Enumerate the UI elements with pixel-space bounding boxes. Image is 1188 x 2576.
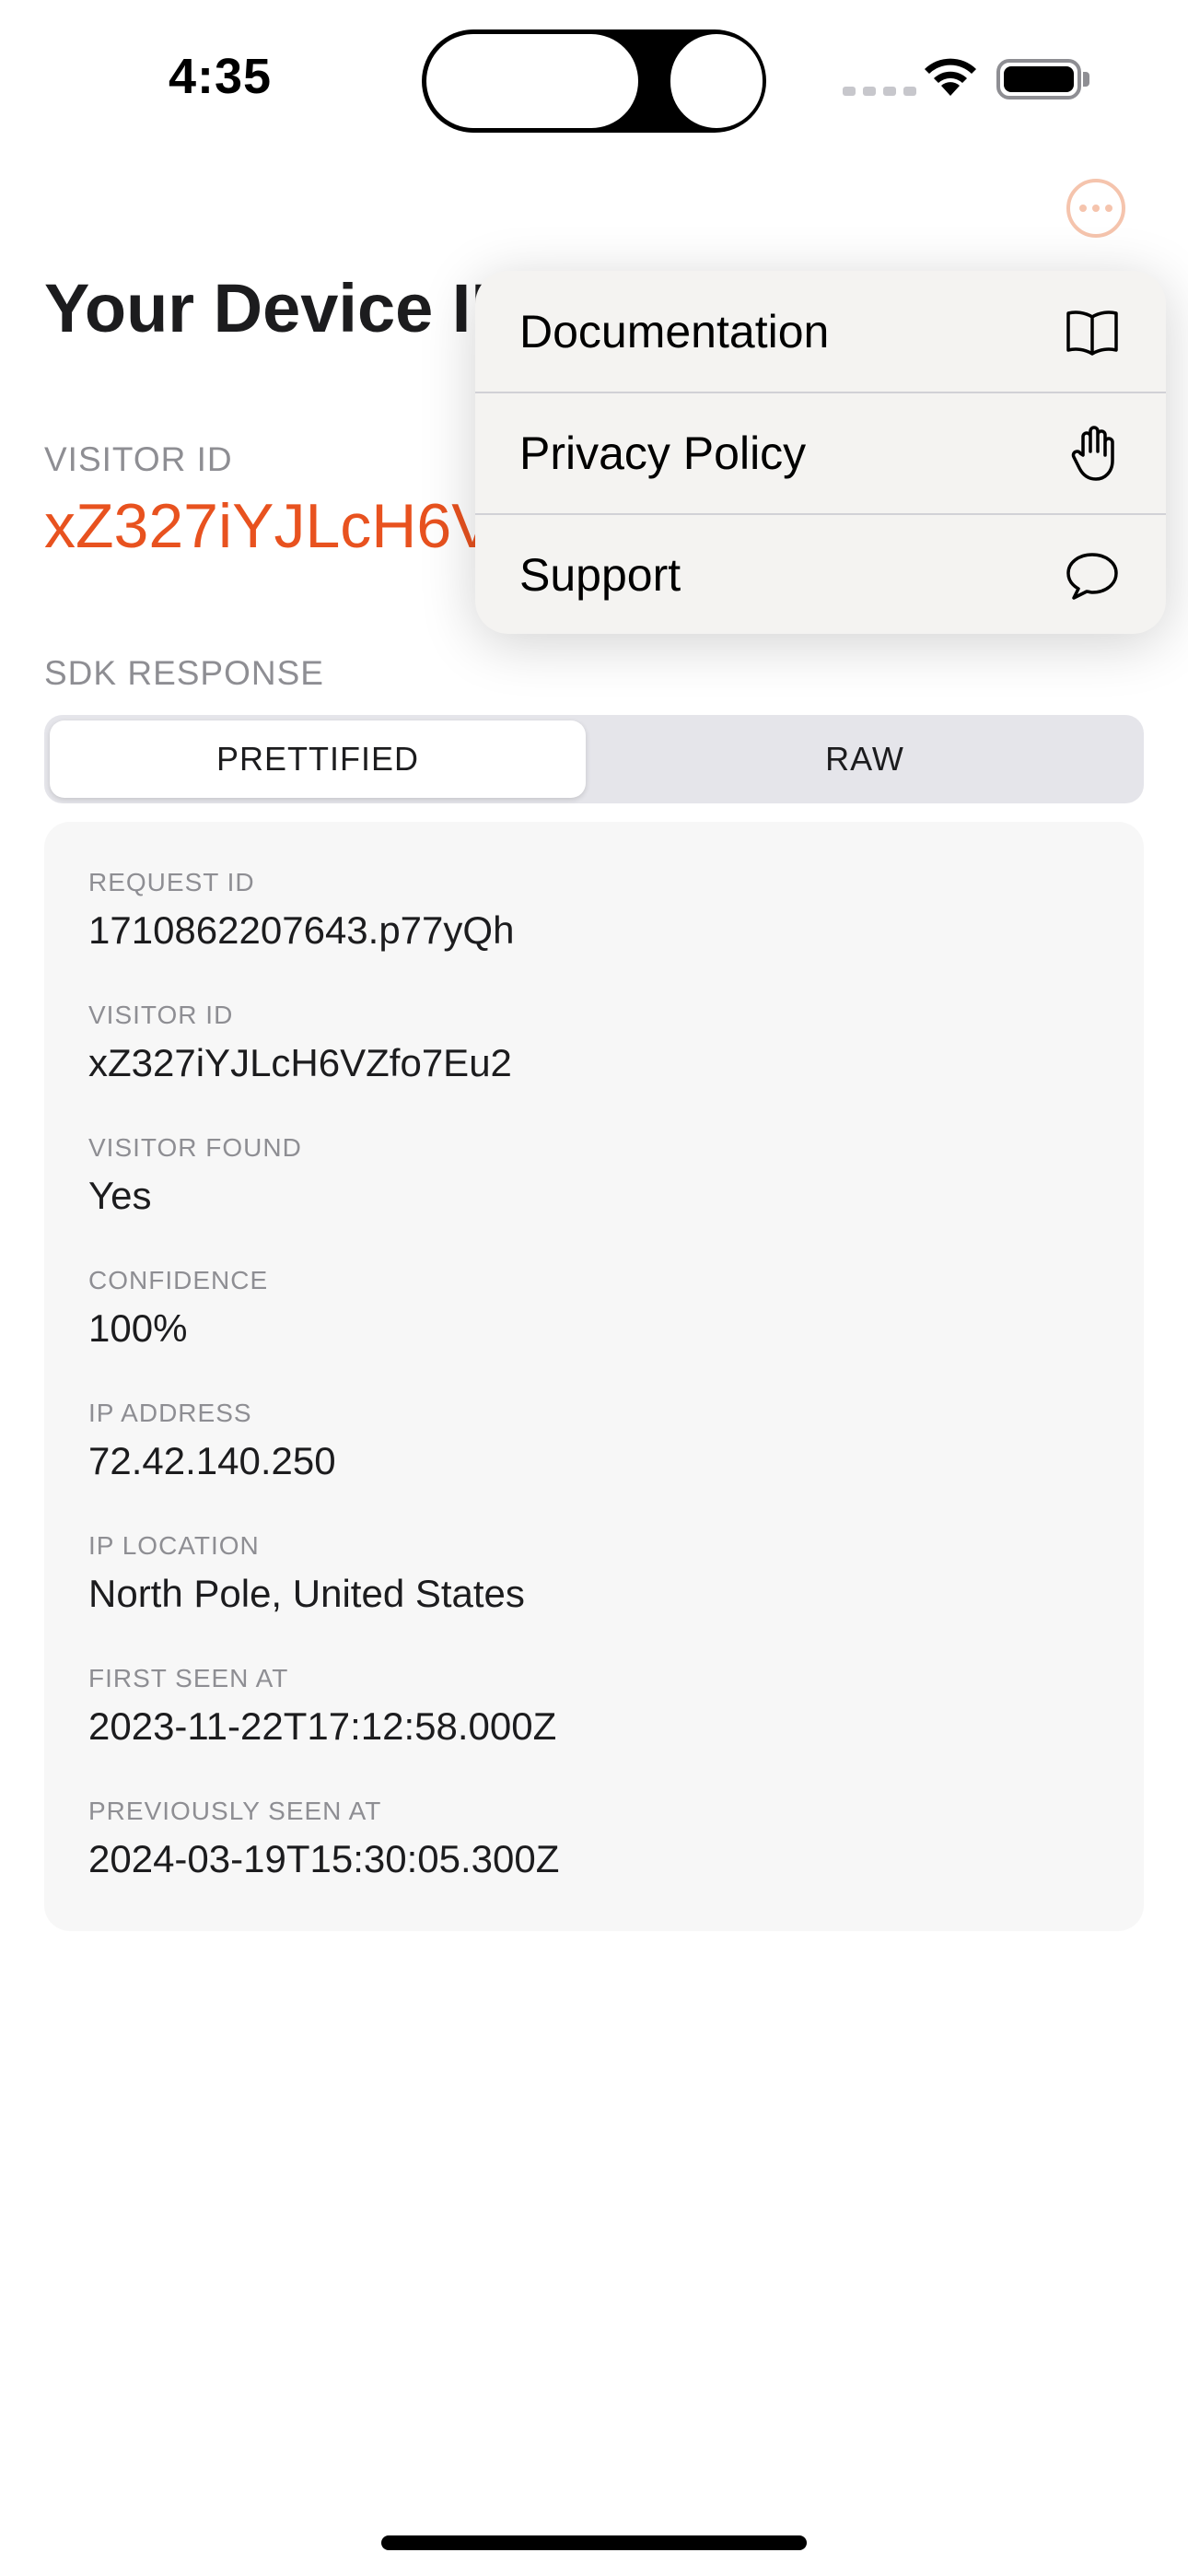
menu-item-documentation[interactable]: Documentation xyxy=(475,271,1166,392)
cellular-signal-icon xyxy=(843,87,916,96)
field-value-confidence: 100% xyxy=(88,1306,188,1350)
visitor-id-caption: VISITOR ID xyxy=(44,440,233,478)
field-value-first-seen-at: 2023-11-22T17:12:58.000Z xyxy=(88,1704,557,1748)
field-value-ip-location: North Pole, United States xyxy=(88,1572,525,1615)
ellipsis-icon xyxy=(1079,205,1087,212)
app-screen: 4:35 Your Device ID VISITOR ID xZ327iYJL… xyxy=(0,0,1188,2576)
menu-item-support[interactable]: Support xyxy=(475,514,1166,634)
more-options-menu: Documentation Privacy Policy Support xyxy=(475,271,1166,634)
book-icon xyxy=(1066,310,1118,356)
field-label-visitor-id: VISITOR ID xyxy=(88,1001,234,1029)
status-time: 4:35 xyxy=(169,49,273,104)
field-label-visitor-found: VISITOR FOUND xyxy=(88,1133,302,1162)
response-format-segmented-control[interactable]: PRETTIFIED RAW xyxy=(44,715,1144,803)
field-value-ip-address: 72.42.140.250 xyxy=(88,1439,336,1482)
menu-item-privacy-policy[interactable]: Privacy Policy xyxy=(475,392,1166,513)
field-label-confidence: CONFIDENCE xyxy=(88,1266,269,1294)
dynamic-island-activity xyxy=(426,34,638,128)
tab-prettified[interactable]: PRETTIFIED xyxy=(50,720,586,798)
sdk-response-card xyxy=(44,822,1144,1931)
field-value-previously-seen-at: 2024-03-19T15:30:05.300Z xyxy=(88,1837,560,1880)
more-options-button[interactable] xyxy=(1066,179,1125,238)
field-label-ip-address: IP ADDRESS xyxy=(88,1399,252,1427)
home-indicator[interactable] xyxy=(381,2535,807,2550)
hand-raised-icon xyxy=(1071,426,1114,481)
field-value-visitor-found: Yes xyxy=(88,1174,152,1217)
battery-cap xyxy=(1083,72,1089,87)
page-title: Your Device ID xyxy=(44,270,520,346)
field-value-request-id: 1710862207643.p77yQh xyxy=(88,908,515,952)
sdk-response-caption: SDK RESPONSE xyxy=(44,654,324,692)
battery-icon xyxy=(996,59,1081,100)
wifi-icon xyxy=(925,58,976,96)
field-label-ip-location: IP LOCATION xyxy=(88,1531,260,1560)
field-label-request-id: REQUEST ID xyxy=(88,868,255,896)
field-label-previously-seen-at: PREVIOUSLY SEEN AT xyxy=(88,1797,382,1825)
speech-bubble-icon xyxy=(1066,553,1118,600)
tab-raw[interactable]: RAW xyxy=(591,720,1138,798)
field-value-visitor-id: xZ327iYJLcH6VZfo7Eu2 xyxy=(88,1041,512,1084)
field-label-first-seen-at: FIRST SEEN AT xyxy=(88,1664,289,1692)
dynamic-island-indicator xyxy=(670,34,763,128)
